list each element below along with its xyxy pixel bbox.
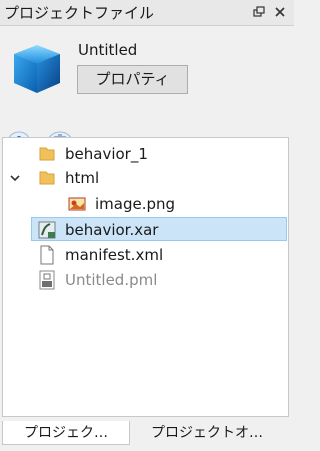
tree-item-behavior-xar[interactable]: behavior.xar xyxy=(31,217,287,241)
project-file-tree[interactable]: behavior_1 html image.png behavior.xar m… xyxy=(2,137,289,417)
pml-file-icon xyxy=(39,270,55,290)
panel-titlebar: プロジェクトファイル xyxy=(0,0,294,26)
tree-item-image-png[interactable]: image.png xyxy=(3,192,288,216)
project-name: Untitled xyxy=(78,41,138,59)
tree-item-label: behavior.xar xyxy=(65,221,159,239)
file-icon xyxy=(40,245,54,265)
project-cube-icon xyxy=(14,45,60,93)
pin-icon[interactable] xyxy=(253,6,265,18)
tree-item-label: behavior_1 xyxy=(65,145,148,163)
image-file-icon xyxy=(68,197,86,211)
tree-item-label: image.png xyxy=(95,195,176,213)
tab-project-files[interactable]: プロジェク… xyxy=(2,421,130,445)
tree-item-label: html xyxy=(65,169,100,187)
panel-tabs: プロジェク… プロジェクトオ… xyxy=(0,417,294,451)
tree-item-manifest-xml[interactable]: manifest.xml xyxy=(3,243,288,267)
close-icon[interactable] xyxy=(274,6,286,18)
folder-icon xyxy=(39,171,55,185)
tree-item-label: Untitled.pml xyxy=(65,271,158,289)
tree-item-untitled-pml[interactable]: Untitled.pml xyxy=(3,268,288,292)
tree-item-label: manifest.xml xyxy=(65,246,164,264)
folder-icon xyxy=(39,147,55,161)
chevron-down-icon[interactable] xyxy=(9,172,21,184)
tab-project-objects[interactable]: プロジェクトオ… xyxy=(132,421,282,445)
tree-item-behavior-1[interactable]: behavior_1 xyxy=(3,142,288,166)
tree-item-html[interactable]: html xyxy=(3,166,288,190)
project-header: Untitled プロパティ xyxy=(0,27,294,153)
choregraphe-file-icon xyxy=(38,221,56,239)
panel-title: プロジェクトファイル xyxy=(4,4,155,22)
properties-button[interactable]: プロパティ xyxy=(77,65,188,94)
